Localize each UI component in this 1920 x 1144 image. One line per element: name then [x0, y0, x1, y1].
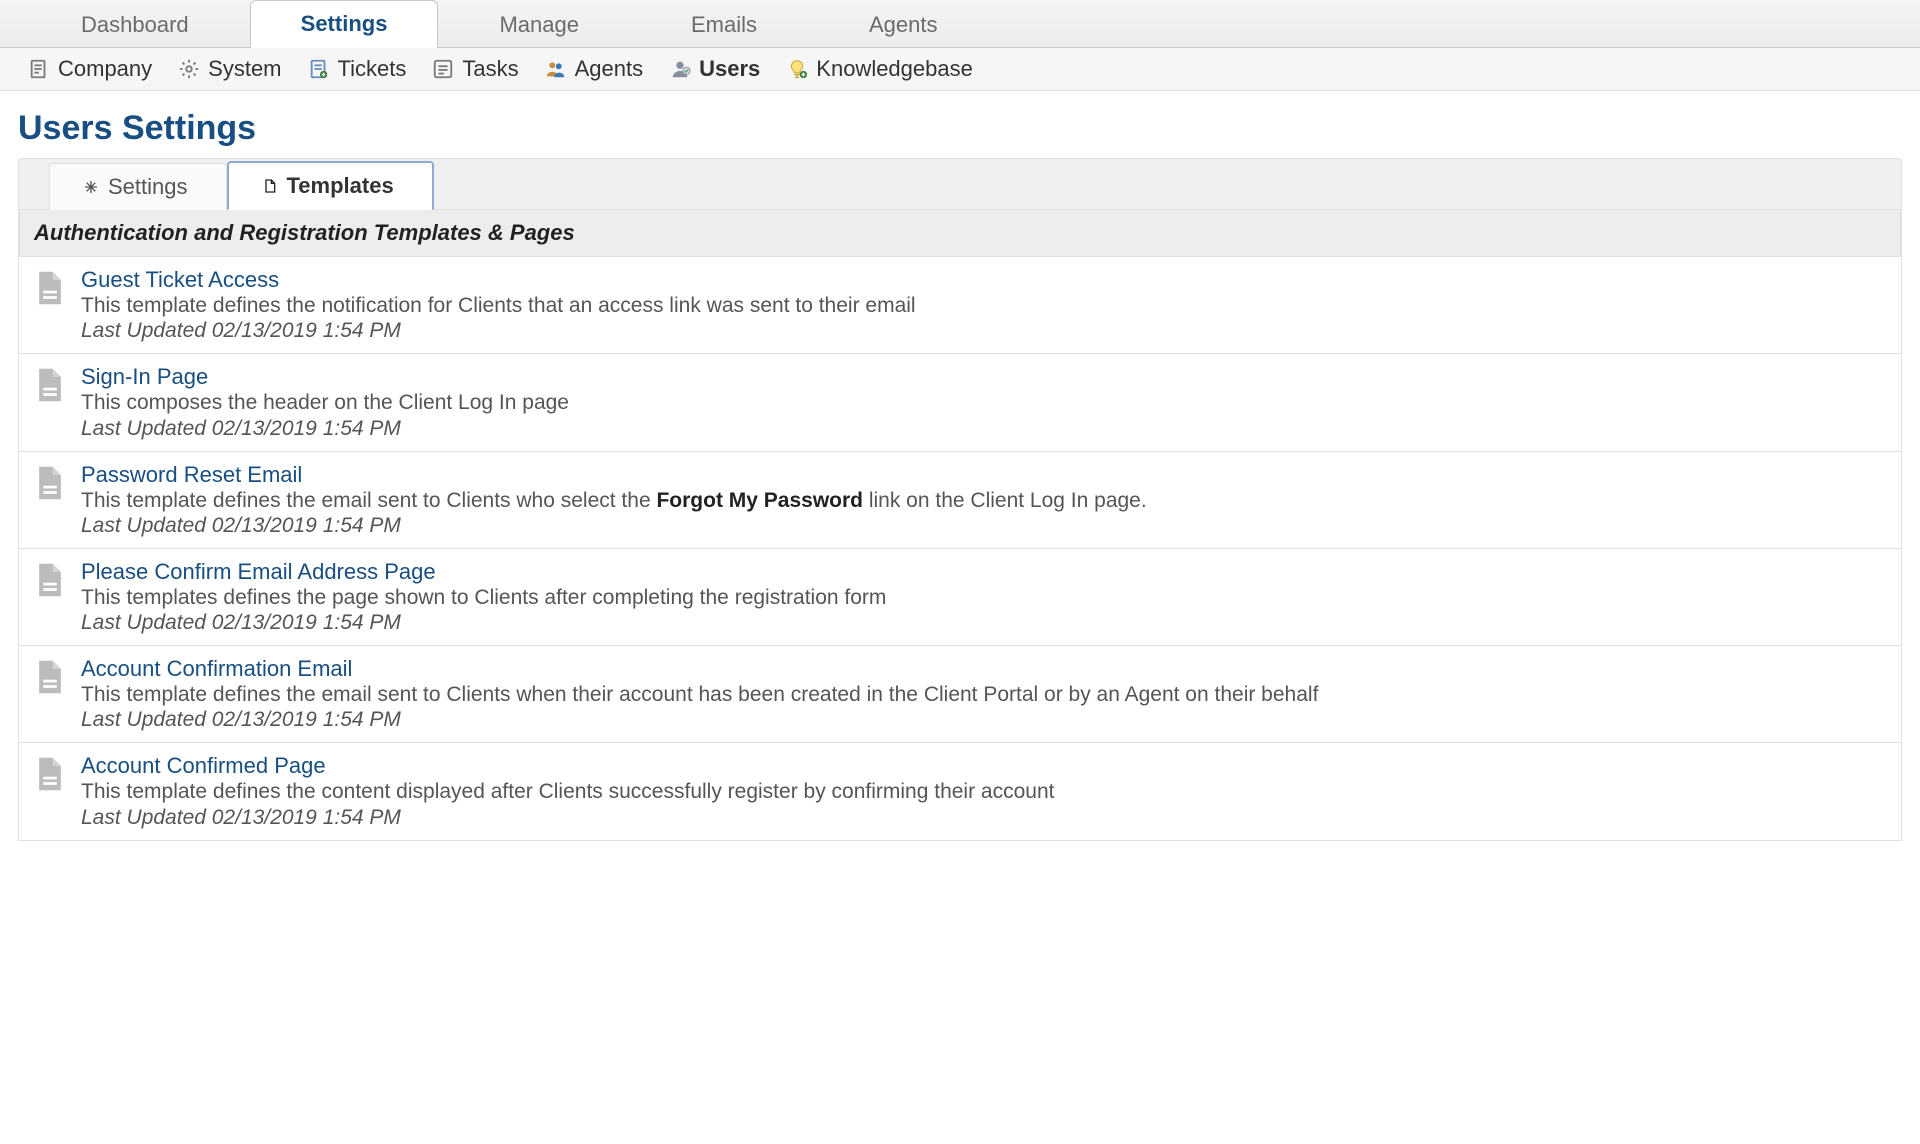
subnav-item-label: Tickets: [338, 56, 407, 82]
asterisk-icon: [82, 178, 100, 196]
person-icon: [669, 58, 691, 80]
template-desc: This template defines the email sent to …: [81, 681, 1887, 708]
template-row: Password Reset Email This template defin…: [19, 452, 1901, 549]
gear-icon: [178, 58, 200, 80]
top-nav: Dashboard Settings Manage Emails Agents: [0, 0, 1920, 48]
subnav-item-label: Agents: [575, 56, 644, 82]
inner-tab-templates[interactable]: Templates: [227, 161, 434, 210]
page-icon: [33, 755, 67, 793]
subnav-knowledgebase[interactable]: Knowledgebase: [786, 56, 973, 82]
template-updated: Last Updated 02/13/2019 1:54 PM: [81, 417, 1887, 441]
bulb-icon: [786, 58, 808, 80]
template-row: Account Confirmed Page This template def…: [19, 743, 1901, 839]
subnav-tasks[interactable]: Tasks: [432, 56, 518, 82]
templates-panel: Authentication and Registration Template…: [18, 210, 1902, 841]
templates-list: Guest Ticket Access This template define…: [19, 257, 1901, 840]
subnav-agents[interactable]: Agents: [545, 56, 644, 82]
document-icon: [28, 58, 50, 80]
template-row: Please Confirm Email Address Page This t…: [19, 549, 1901, 646]
template-link-password-reset-email[interactable]: Password Reset Email: [81, 462, 1887, 488]
subnav-item-label: Company: [58, 56, 152, 82]
checklist-icon: [432, 58, 454, 80]
template-desc: This templates defines the page shown to…: [81, 584, 1887, 611]
tab-settings[interactable]: Settings: [250, 0, 439, 48]
template-updated: Last Updated 02/13/2019 1:54 PM: [81, 611, 1887, 635]
template-desc: This template defines the email sent to …: [81, 487, 1887, 514]
subnav-tickets[interactable]: Tickets: [308, 56, 407, 82]
ticket-icon: [308, 58, 330, 80]
subnav-item-label: Knowledgebase: [816, 56, 973, 82]
subnav-company[interactable]: Company: [28, 56, 152, 82]
subnav-users[interactable]: Users: [669, 56, 760, 82]
file-icon: [261, 177, 279, 195]
template-row: Account Confirmation Email This template…: [19, 646, 1901, 743]
template-link-account-confirmed-page[interactable]: Account Confirmed Page: [81, 753, 1887, 779]
template-updated: Last Updated 02/13/2019 1:54 PM: [81, 708, 1887, 732]
page-icon: [33, 658, 67, 696]
inner-tab-label: Settings: [108, 174, 188, 200]
tab-manage[interactable]: Manage: [448, 1, 630, 48]
template-updated: Last Updated 02/13/2019 1:54 PM: [81, 319, 1887, 343]
inner-tabs: Settings Templates: [18, 158, 1902, 210]
inner-tab-label: Templates: [287, 173, 394, 199]
page-icon: [33, 464, 67, 502]
template-link-guest-ticket-access[interactable]: Guest Ticket Access: [81, 267, 1887, 293]
subnav-system[interactable]: System: [178, 56, 281, 82]
template-link-sign-in-page[interactable]: Sign-In Page: [81, 364, 1887, 390]
template-desc: This template defines the content displa…: [81, 778, 1887, 805]
page-icon: [33, 366, 67, 404]
settings-subnav: Company System Tickets Tasks Agents User…: [0, 48, 1920, 91]
inner-tab-settings[interactable]: Settings: [49, 163, 227, 210]
template-row: Sign-In Page This composes the header on…: [19, 354, 1901, 451]
page-icon: [33, 561, 67, 599]
template-updated: Last Updated 02/13/2019 1:54 PM: [81, 514, 1887, 538]
template-desc: This template defines the notification f…: [81, 292, 1887, 319]
section-header: Authentication and Registration Template…: [19, 210, 1901, 257]
page-icon: [33, 269, 67, 307]
template-link-account-confirmation-email[interactable]: Account Confirmation Email: [81, 656, 1887, 682]
subnav-item-label: Users: [699, 56, 760, 82]
page-title: Users Settings: [0, 91, 1920, 158]
tab-emails[interactable]: Emails: [640, 1, 808, 48]
subnav-item-label: System: [208, 56, 281, 82]
template-desc: This composes the header on the Client L…: [81, 389, 1887, 416]
template-updated: Last Updated 02/13/2019 1:54 PM: [81, 806, 1887, 830]
tab-dashboard[interactable]: Dashboard: [30, 1, 240, 48]
subnav-item-label: Tasks: [462, 56, 518, 82]
template-link-confirm-email-page[interactable]: Please Confirm Email Address Page: [81, 559, 1887, 585]
tab-agents[interactable]: Agents: [818, 1, 989, 48]
people-icon: [545, 58, 567, 80]
template-row: Guest Ticket Access This template define…: [19, 257, 1901, 354]
